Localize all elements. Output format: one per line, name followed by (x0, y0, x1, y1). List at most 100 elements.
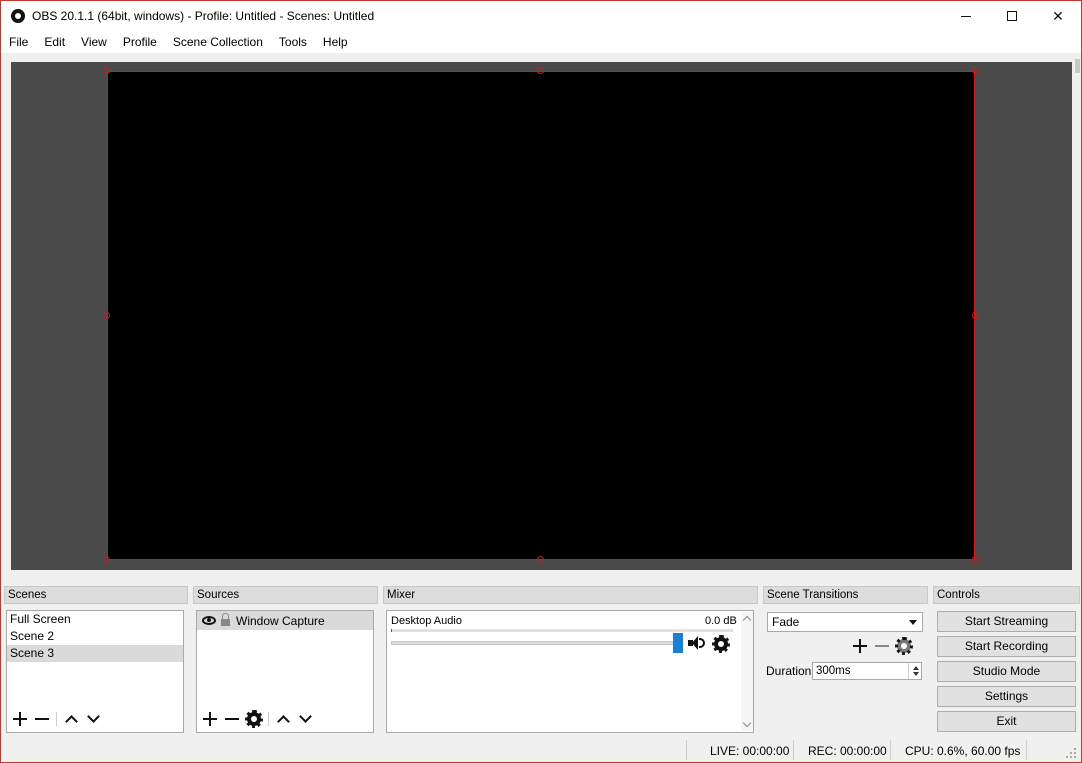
gear-icon[interactable] (712, 635, 730, 653)
duration-value: 300ms (816, 665, 851, 677)
move-source-up-button[interactable] (272, 710, 294, 728)
maximize-button[interactable] (989, 1, 1035, 31)
resize-handle-bottom[interactable] (537, 556, 544, 563)
mixer-channel-name: Desktop Audio (391, 615, 462, 627)
start-recording-button[interactable]: Start Recording (937, 636, 1076, 657)
menu-view[interactable]: View (73, 31, 115, 53)
scenes-dock-title[interactable]: Scenes (4, 586, 188, 604)
minus-icon (35, 718, 49, 720)
status-separator (1026, 740, 1027, 760)
transition-properties-button[interactable] (893, 637, 915, 655)
chevron-up-icon (276, 715, 290, 728)
remove-source-button[interactable] (221, 710, 243, 728)
eye-icon[interactable] (202, 616, 216, 625)
transitions-toolbar (849, 637, 915, 655)
live-status: LIVE: 00:00:00 (710, 744, 790, 758)
scene-item-scene-3[interactable]: Scene 3 (7, 645, 183, 662)
minimize-icon (961, 15, 971, 17)
window-title: OBS 20.1.1 (64bit, windows) - Profile: U… (32, 9, 375, 23)
mixer-panel: Desktop Audio 0.0 dB (386, 610, 754, 733)
speaker-icon[interactable] (688, 635, 706, 651)
status-separator (890, 740, 891, 760)
volume-slider-thumb[interactable] (673, 633, 683, 653)
preview-area[interactable] (11, 62, 1072, 570)
mixer-scrollbar[interactable] (741, 612, 753, 731)
scene-item-full-screen[interactable]: Full Screen (7, 611, 183, 628)
add-source-button[interactable] (199, 710, 221, 728)
resize-handle-right[interactable] (972, 312, 979, 319)
plus-icon (203, 712, 217, 726)
menu-profile[interactable]: Profile (115, 31, 165, 53)
lock-icon[interactable] (221, 613, 230, 626)
resize-handle-top-left[interactable] (103, 67, 110, 74)
spin-up-icon[interactable] (913, 666, 919, 670)
add-transition-button[interactable] (849, 637, 871, 655)
minus-icon (225, 718, 239, 720)
menu-file[interactable]: File (1, 31, 36, 53)
add-scene-button[interactable] (9, 710, 31, 728)
source-item-label: Window Capture (236, 613, 325, 628)
controls-dock-title[interactable]: Controls (933, 586, 1080, 604)
move-source-down-button[interactable] (294, 710, 316, 728)
scroll-up-arrow-icon[interactable] (742, 615, 752, 625)
menu-edit[interactable]: Edit (36, 31, 73, 53)
transition-select[interactable]: Fade (767, 612, 923, 632)
minimize-button[interactable] (943, 1, 989, 31)
audio-meter (391, 629, 733, 632)
source-item-window-capture[interactable]: Window Capture (197, 611, 373, 630)
remove-scene-button[interactable] (31, 710, 53, 728)
chevron-down-icon (298, 710, 312, 723)
gear-icon (895, 637, 913, 655)
title-bar: OBS 20.1.1 (64bit, windows) - Profile: U… (1, 1, 1081, 31)
studio-mode-button[interactable]: Studio Mode (937, 661, 1076, 682)
window-controls: ✕ (943, 1, 1081, 31)
scenes-toolbar (9, 710, 104, 728)
move-scene-up-button[interactable] (60, 710, 82, 728)
resize-handle-left[interactable] (103, 312, 110, 319)
resize-grip-icon[interactable] (1066, 748, 1078, 760)
transitions-dock-title[interactable]: Scene Transitions (763, 586, 928, 604)
settings-button[interactable]: Settings (937, 686, 1076, 707)
preview-scrollbar[interactable] (1074, 53, 1081, 571)
status-bar: LIVE: 00:00:00 REC: 00:00:00 CPU: 0.6%, … (1, 737, 1081, 763)
sources-dock-title[interactable]: Sources (193, 586, 378, 604)
resize-handle-bottom-right[interactable] (972, 556, 979, 563)
move-scene-down-button[interactable] (82, 710, 104, 728)
rec-status: REC: 00:00:00 (808, 744, 887, 758)
exit-button[interactable]: Exit (937, 711, 1076, 732)
source-properties-button[interactable] (243, 710, 265, 728)
mixer-dock-title[interactable]: Mixer (383, 586, 758, 604)
spin-down-icon[interactable] (913, 672, 919, 676)
scene-item-scene-2[interactable]: Scene 2 (7, 628, 183, 645)
menu-scene-collection[interactable]: Scene Collection (165, 31, 271, 53)
start-streaming-button[interactable]: Start Streaming (937, 611, 1076, 632)
cpu-status: CPU: 0.6%, 60.00 fps (905, 744, 1021, 758)
toolbar-separator (56, 712, 57, 726)
close-button[interactable]: ✕ (1035, 1, 1081, 31)
plus-icon (13, 712, 27, 726)
chevron-up-icon (64, 715, 78, 728)
gear-icon (245, 710, 263, 728)
volume-slider[interactable] (391, 641, 675, 645)
remove-transition-button[interactable] (871, 637, 893, 655)
sources-toolbar (199, 710, 316, 728)
chevron-down-icon (86, 710, 100, 723)
obs-logo-icon (11, 9, 25, 23)
scroll-down-arrow-icon[interactable] (742, 718, 752, 728)
duration-spinbox[interactable]: 300ms (812, 662, 922, 680)
audio-meter-tick (391, 629, 392, 632)
toolbar-separator (268, 712, 269, 726)
resize-handle-bottom-left[interactable] (103, 556, 110, 563)
resize-handle-top[interactable] (537, 67, 544, 74)
status-separator (793, 740, 794, 760)
preview-canvas[interactable] (107, 71, 975, 560)
plus-icon (853, 639, 867, 653)
obs-window: OBS 20.1.1 (64bit, windows) - Profile: U… (0, 0, 1082, 763)
scrollbar-thumb[interactable] (1075, 59, 1080, 73)
status-separator (686, 740, 687, 760)
menu-help[interactable]: Help (315, 31, 356, 53)
resize-handle-top-right[interactable] (972, 67, 979, 74)
duration-label: Duration (766, 664, 812, 678)
menu-tools[interactable]: Tools (271, 31, 315, 53)
maximize-icon (1007, 11, 1017, 21)
